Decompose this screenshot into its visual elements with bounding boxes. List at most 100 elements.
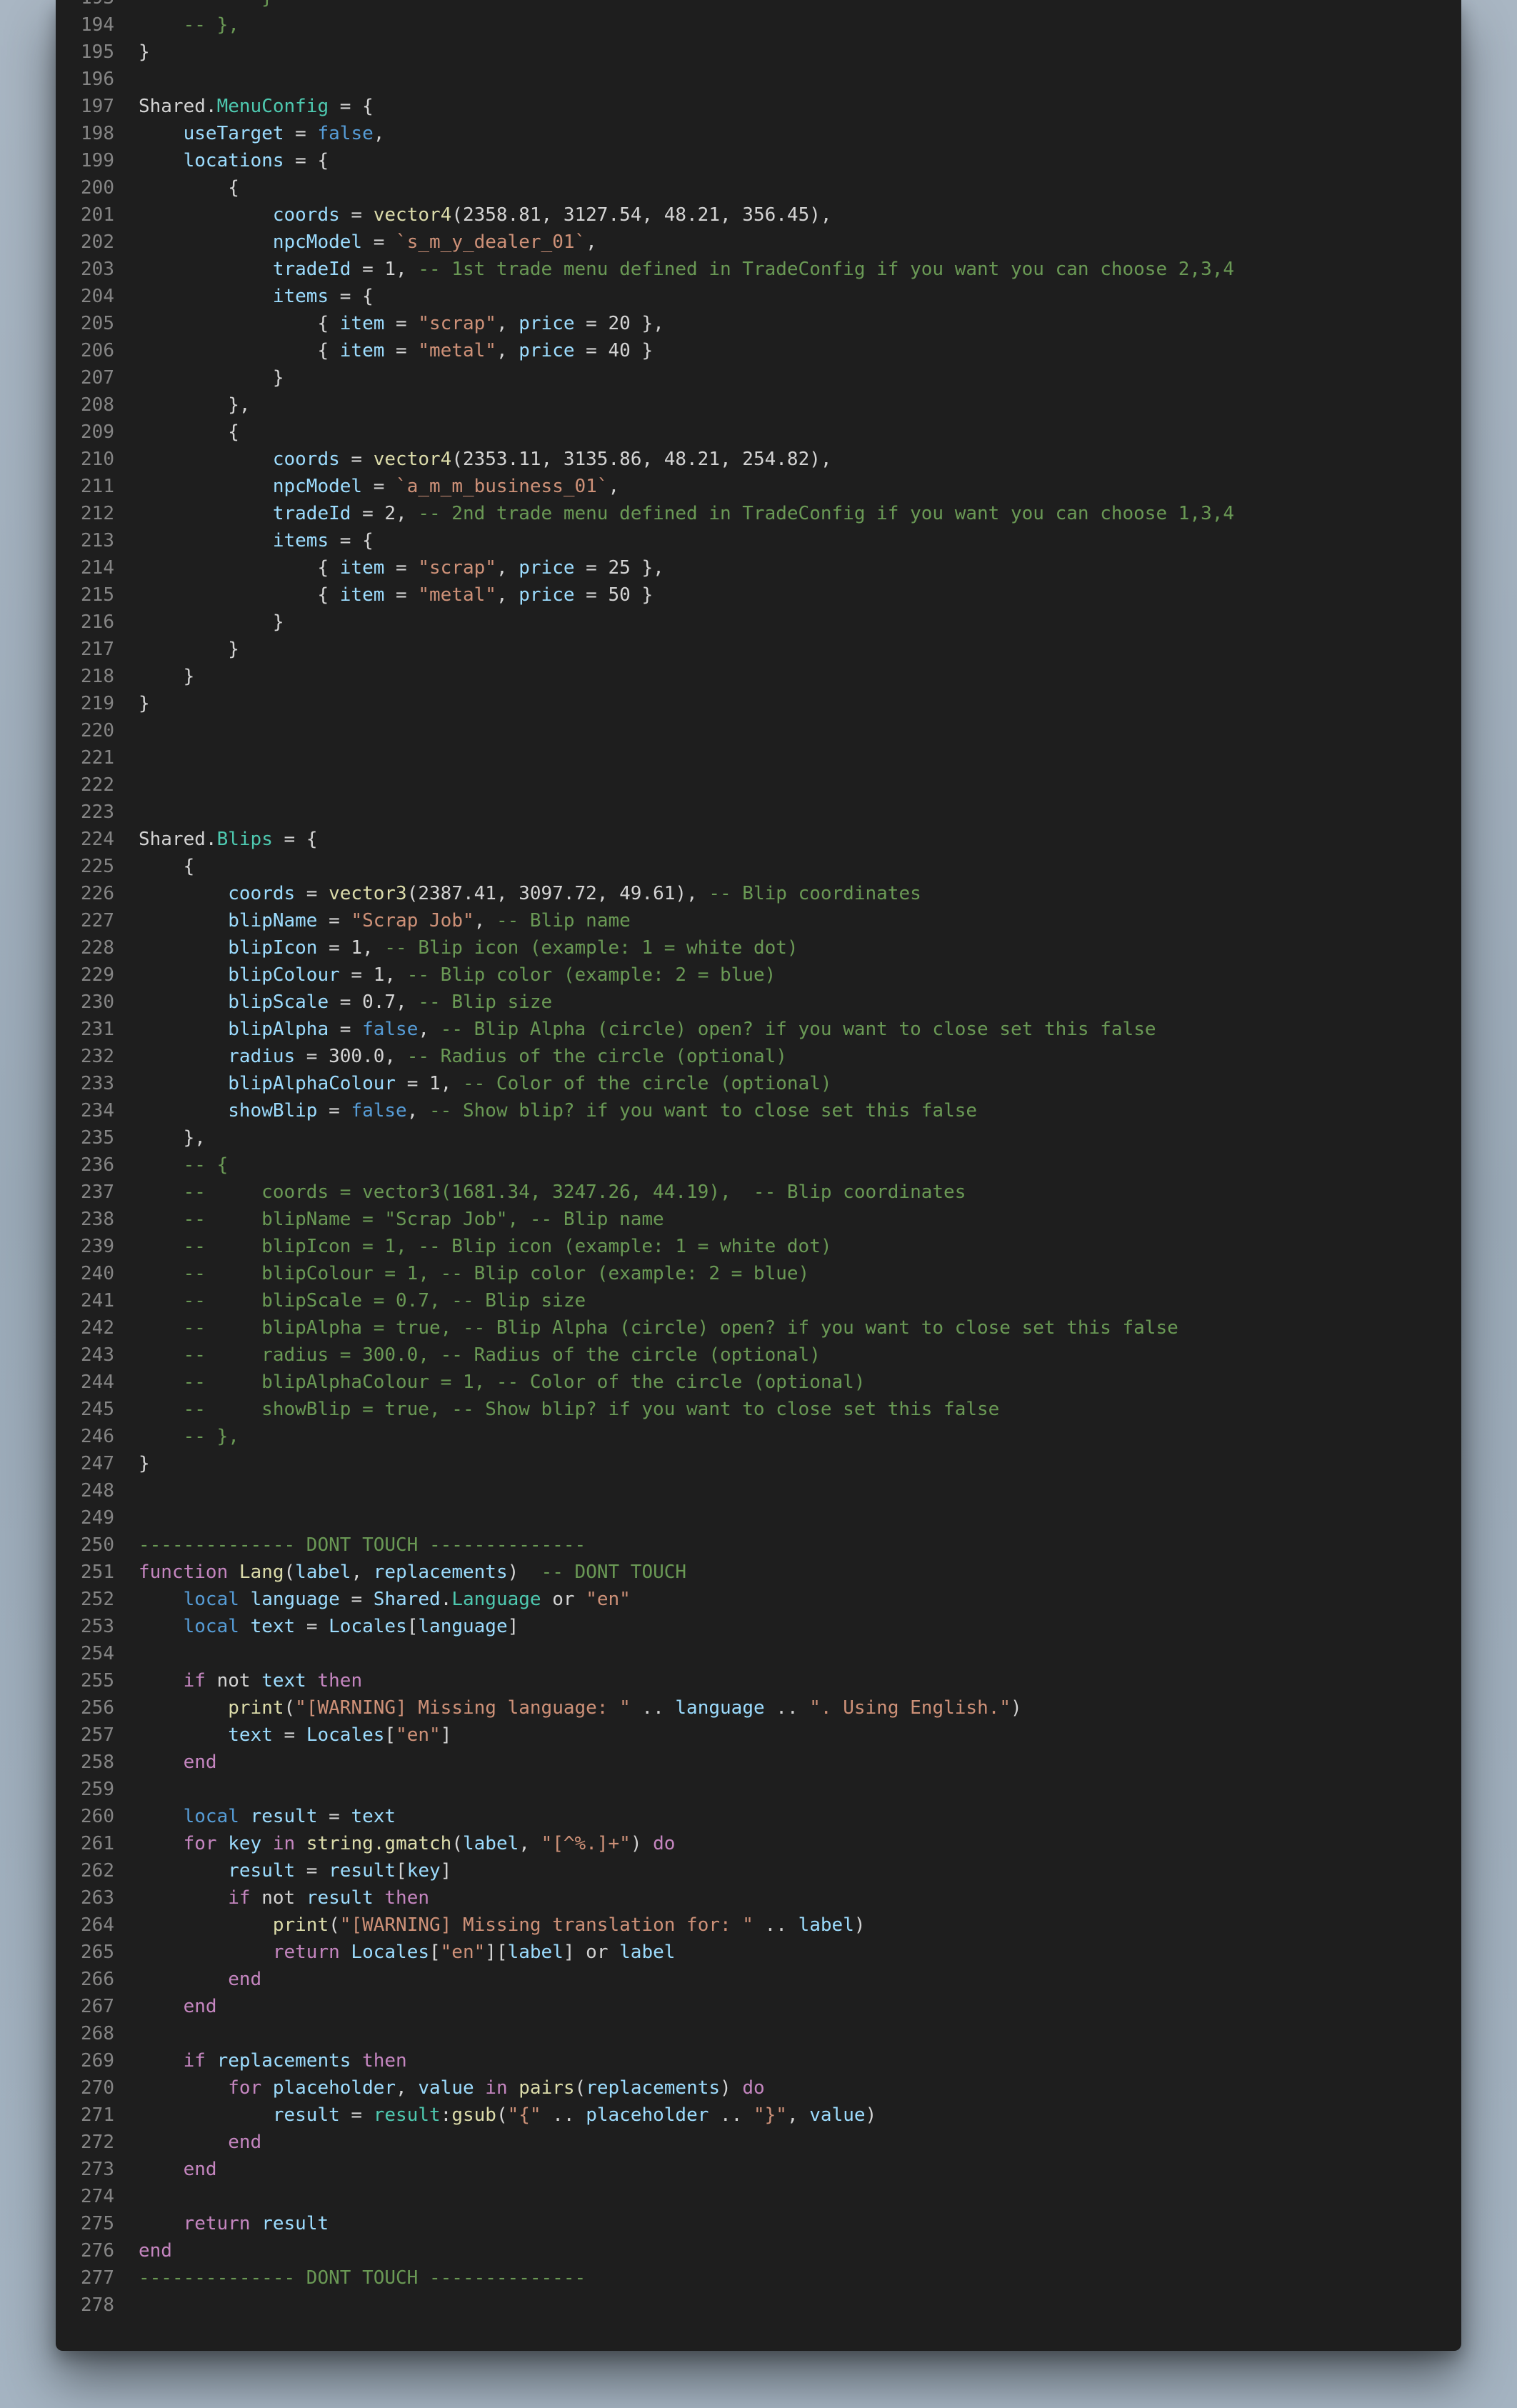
code-line[interactable]: 199 locations = { — [56, 147, 1461, 174]
code-line[interactable]: 195} — [56, 39, 1461, 66]
code-line[interactable]: 259 — [56, 1776, 1461, 1803]
code-line[interactable]: 246 -- }, — [56, 1423, 1461, 1450]
code-line[interactable]: 220 — [56, 717, 1461, 744]
code-line[interactable]: 273 end — [56, 2156, 1461, 2183]
code-line[interactable]: 212 tradeId = 2, -- 2nd trade menu defin… — [56, 500, 1461, 527]
code-line[interactable]: 257 text = Locales["en"] — [56, 1722, 1461, 1749]
code-line[interactable]: 253 local text = Locales[language] — [56, 1613, 1461, 1640]
code-line[interactable]: 274 — [56, 2183, 1461, 2210]
code-line[interactable]: 269 if replacements then — [56, 2047, 1461, 2074]
code-line[interactable]: 254 — [56, 1640, 1461, 1667]
line-number: 227 — [81, 910, 114, 931]
code-line[interactable]: 202 npcModel = `s_m_y_dealer_01`, — [56, 229, 1461, 256]
code-line[interactable]: 200 { — [56, 174, 1461, 201]
code-line[interactable]: 235 }, — [56, 1124, 1461, 1151]
code-line[interactable]: 264 print("[WARNING] Missing translation… — [56, 1912, 1461, 1939]
code-line[interactable]: 262 result = result[key] — [56, 1857, 1461, 1884]
code-line[interactable]: 261 for key in string.gmatch(label, "[^%… — [56, 1830, 1461, 1857]
code-line[interactable]: 244 -- blipAlphaColour = 1, -- Color of … — [56, 1369, 1461, 1396]
code-line[interactable]: 231 blipAlpha = false, -- Blip Alpha (ci… — [56, 1016, 1461, 1043]
code-line[interactable]: 197 Shared.MenuConfig = { — [56, 93, 1461, 120]
code-line[interactable]: 256 print("[WARNING] Missing language: "… — [56, 1694, 1461, 1722]
code-line[interactable]: 247} — [56, 1450, 1461, 1477]
code-line[interactable]: 236 -- { — [56, 1151, 1461, 1179]
code-line[interactable]: 213 items = { — [56, 527, 1461, 554]
code-line[interactable]: 211 npcModel = `a_m_m_business_01`, — [56, 473, 1461, 500]
code-line[interactable]: 272 end — [56, 2129, 1461, 2156]
code-line[interactable]: 209 { — [56, 419, 1461, 446]
code-line[interactable]: 229 blipColour = 1, -- Blip color (examp… — [56, 961, 1461, 989]
code-line[interactable]: 198 useTarget = false, — [56, 120, 1461, 147]
code-line[interactable]: 255 if not text then — [56, 1667, 1461, 1694]
code-token: , — [373, 123, 385, 144]
code-line[interactable]: 239 -- blipIcon = 1, -- Blip icon (examp… — [56, 1233, 1461, 1260]
code-line[interactable]: 251 function Lang(label, replacements) --… — [56, 1559, 1461, 1586]
code-line[interactable]: 263 if not result then — [56, 1884, 1461, 1912]
code-line[interactable]: 226 coords = vector3(2387.41, 3097.72, 4… — [56, 880, 1461, 907]
code-token: end — [228, 1969, 262, 1990]
line-text: useTarget = false, — [114, 120, 385, 147]
code-line[interactable]: 258 end — [56, 1749, 1461, 1776]
code-line[interactable]: 225 { — [56, 853, 1461, 880]
code-line[interactable]: 271 result = result:gsub("{" .. placehol… — [56, 2102, 1461, 2129]
code-line[interactable]: 233 blipAlphaColour = 1, -- Color of the… — [56, 1070, 1461, 1097]
code-line[interactable]: 237 -- coords = vector3(1681.34, 3247.26… — [56, 1179, 1461, 1206]
code-line[interactable]: 210 coords = vector4(2353.11, 3135.86, 4… — [56, 446, 1461, 473]
code-line[interactable]: 230 blipScale = 0.7, -- Blip size — [56, 989, 1461, 1016]
line-text: }, — [114, 391, 250, 419]
code-line[interactable]: 275 return result — [56, 2210, 1461, 2237]
code-line[interactable]: 218 } — [56, 663, 1461, 690]
code-line[interactable]: 204 items = { — [56, 283, 1461, 310]
code-line[interactable]: 278 — [56, 2292, 1461, 2319]
code-line[interactable]: 260 local result = text — [56, 1803, 1461, 1830]
code-line[interactable]: 219} — [56, 690, 1461, 717]
code-line[interactable]: 227 blipName = "Scrap Job", -- Blip name — [56, 907, 1461, 934]
code-line[interactable]: 240 -- blipColour = 1, -- Blip color (ex… — [56, 1260, 1461, 1287]
code-line[interactable]: 215 { item = "metal", price = 50 } — [56, 581, 1461, 609]
code-token: do — [742, 2077, 765, 2099]
code-line[interactable]: 243 -- radius = 300.0, -- Radius of the … — [56, 1342, 1461, 1369]
code-line[interactable]: 203 tradeId = 1, -- 1st trade menu defin… — [56, 256, 1461, 283]
code-line[interactable]: 238 -- blipName = "Scrap Job", -- Blip n… — [56, 1206, 1461, 1233]
code-line[interactable]: 267 end — [56, 1993, 1461, 2020]
code-line[interactable]: 205 { item = "scrap", price = 20 }, — [56, 310, 1461, 337]
code-line[interactable]: 214 { item = "scrap", price = 25 }, — [56, 554, 1461, 581]
code-line[interactable]: 265 return Locales["en"][label] or label — [56, 1939, 1461, 1966]
code-line[interactable]: 249 — [56, 1504, 1461, 1532]
code-line[interactable]: 276 end — [56, 2237, 1461, 2264]
code-token: = 1, — [351, 259, 419, 280]
code-line[interactable]: 201 coords = vector4(2358.81, 3127.54, 4… — [56, 201, 1461, 229]
code-line[interactable]: 268 — [56, 2020, 1461, 2047]
code-line[interactable]: 217 } — [56, 636, 1461, 663]
code-line[interactable]: 206 { item = "metal", price = 40 } — [56, 337, 1461, 364]
code-line[interactable]: 277 -------------- DONT TOUCH -----------… — [56, 2264, 1461, 2292]
code-line[interactable]: 232 radius = 300.0, -- Radius of the cir… — [56, 1043, 1461, 1070]
code-line[interactable]: 208 }, — [56, 391, 1461, 419]
line-number: 201 — [81, 204, 114, 226]
code-token: coords — [272, 204, 340, 226]
code-token: result — [272, 2104, 340, 2126]
code-line[interactable]: 270 for placeholder, value in pairs(repl… — [56, 2074, 1461, 2102]
code-line[interactable]: 245 -- showBlip = true, -- Show blip? if… — [56, 1396, 1461, 1423]
code-line[interactable]: 252 local language = Shared.Language or … — [56, 1586, 1461, 1613]
code-line[interactable]: 196 — [56, 66, 1461, 93]
code-token: text — [261, 1670, 306, 1692]
code-line[interactable]: 234 showBlip = false, -- Show blip? if y… — [56, 1097, 1461, 1124]
code-line[interactable]: 250 -------------- DONT TOUCH -----------… — [56, 1532, 1461, 1559]
code-line[interactable]: 248 — [56, 1477, 1461, 1504]
code-area[interactable]: 193 -- }194 -- },195}196197Shared.MenuCo… — [56, 0, 1461, 2319]
line-number: 234 — [81, 1100, 114, 1121]
code-line[interactable]: 193 -- } — [56, 0, 1461, 11]
code-line[interactable]: 221 — [56, 744, 1461, 771]
code-line[interactable]: 266 end — [56, 1966, 1461, 1993]
code-line[interactable]: 241 -- blipScale = 0.7, -- Blip size — [56, 1287, 1461, 1314]
code-line[interactable]: 207 } — [56, 364, 1461, 391]
code-line[interactable]: 242 -- blipAlpha = true, -- Blip Alpha (… — [56, 1314, 1461, 1342]
code-line[interactable]: 216 } — [56, 609, 1461, 636]
code-line[interactable]: 224 Shared.Blips = { — [56, 826, 1461, 853]
code-line[interactable]: 223 — [56, 799, 1461, 826]
code-line[interactable]: 222 — [56, 771, 1461, 799]
code-line[interactable]: 228 blipIcon = 1, -- Blip icon (example:… — [56, 934, 1461, 961]
code-line[interactable]: 194 -- }, — [56, 11, 1461, 39]
